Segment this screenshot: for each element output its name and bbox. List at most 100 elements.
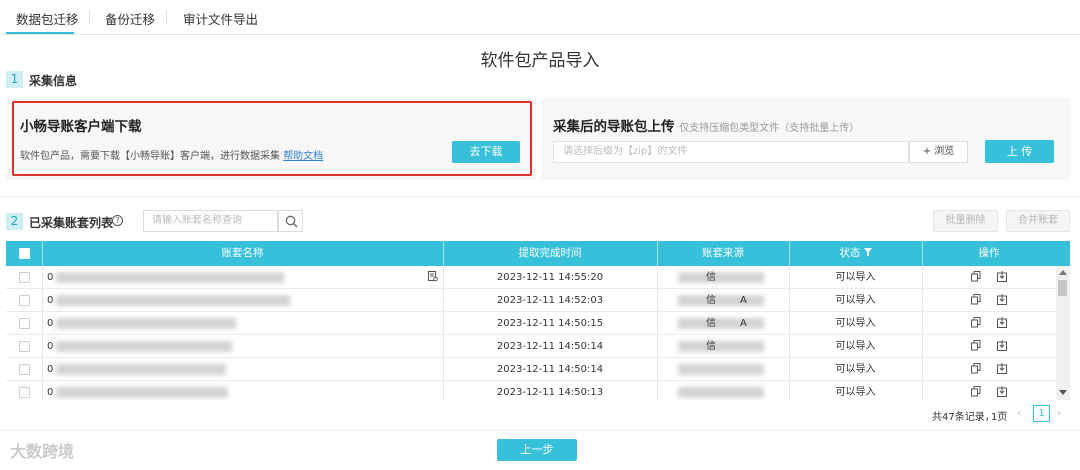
row-checkbox[interactable] <box>19 364 30 375</box>
column-divider <box>42 358 43 381</box>
tab-divider <box>166 10 167 24</box>
table-row[interactable]: 0 2023-12-11 14:50:13 可以导入 <box>6 381 1056 400</box>
column-divider <box>42 381 43 400</box>
table-row[interactable]: 0 2023-12-11 14:52:03 信 A 可以导入 <box>6 289 1056 312</box>
column-divider <box>657 381 658 400</box>
column-divider <box>657 358 658 381</box>
table-body: 0 2023-12-11 14:55:20 信可以导入 0 2023-12-11 14:… <box>6 266 1056 400</box>
copy-icon[interactable] <box>971 340 981 351</box>
account-name-prefix: 0 <box>47 272 54 283</box>
prev-page-arrow[interactable]: ‹ <box>1017 406 1021 419</box>
search-button[interactable] <box>278 210 303 232</box>
status-value: 可以导入 <box>835 364 876 375</box>
scroll-thumb[interactable] <box>1058 280 1067 296</box>
account-name-prefix: 0 <box>47 341 54 352</box>
column-divider <box>657 312 658 335</box>
copy-icon[interactable] <box>971 386 981 397</box>
row-checkbox[interactable] <box>19 295 30 306</box>
column-divider <box>42 312 43 335</box>
import-icon[interactable] <box>997 363 1007 374</box>
redacted-source <box>678 318 764 329</box>
upload-subtitle: 仅支持压缩包类型文件（支持批量上传） <box>679 123 860 134</box>
source-text: A <box>740 295 747 306</box>
scroll-down-arrow[interactable] <box>1059 390 1067 395</box>
select-all-checkbox[interactable] <box>19 248 30 259</box>
page-title: 软件包产品导入 <box>480 51 600 71</box>
column-header-status[interactable]: 状态 <box>789 241 922 266</box>
redacted-account-name <box>56 318 236 329</box>
extract-time: 2023-12-11 14:50:15 <box>496 318 604 329</box>
table-row[interactable]: 0 2023-12-11 14:50:14 信 可以导入 <box>6 335 1056 358</box>
extract-time: 2023-12-11 14:50:14 <box>496 364 604 375</box>
import-icon[interactable] <box>997 271 1007 282</box>
row-checkbox[interactable] <box>19 318 30 329</box>
previous-step-button[interactable]: 上一步 <box>497 439 577 461</box>
source-text: A <box>740 318 747 329</box>
column-divider <box>42 289 43 312</box>
table-scrollbar[interactable] <box>1056 266 1070 400</box>
row-checkbox[interactable] <box>19 341 30 352</box>
table-row[interactable]: 0 2023-12-11 14:50:14 可以导入 <box>6 358 1056 381</box>
search-input[interactable]: 请输入账套名称查询 <box>143 210 278 232</box>
column-divider <box>657 335 658 358</box>
step-label-collected-list: 已采集账套列表 <box>29 216 114 230</box>
next-page-arrow[interactable]: › <box>1057 406 1061 419</box>
column-divider <box>42 266 43 289</box>
tab-data-package-migration[interactable]: 数据包迁移 <box>16 9 79 28</box>
table-row[interactable]: 0 2023-12-11 14:50:15 信 A 可以导入 <box>6 312 1056 335</box>
upload-panel <box>541 98 1070 180</box>
status-value: 可以导入 <box>835 318 876 329</box>
import-icon[interactable] <box>997 340 1007 351</box>
tab-backup-migration[interactable]: 备份迁移 <box>105 9 155 28</box>
step-number-badge: 1 <box>6 71 23 88</box>
table-row[interactable]: 0 2023-12-11 14:55:20 信 可以导入 <box>6 266 1056 289</box>
help-doc-link[interactable]: 帮助文档 <box>283 151 323 162</box>
redacted-source <box>678 387 764 398</box>
column-divider <box>922 381 923 400</box>
extract-time: 2023-12-11 14:50:13 <box>496 387 604 398</box>
redacted-account-name <box>56 341 232 352</box>
status-header-label: 状态 <box>839 247 861 259</box>
watermark-logo: 大数跨境 <box>10 442 75 461</box>
table-header: 账套名称 提取完成时间 账套来源 状态 操作 <box>6 241 1070 266</box>
copy-icon[interactable] <box>971 317 981 328</box>
extract-time: 2023-12-11 14:52:03 <box>496 295 604 306</box>
source-text: 信 <box>706 341 716 352</box>
document-icon[interactable] <box>428 271 438 282</box>
copy-icon[interactable] <box>971 363 981 374</box>
browse-button[interactable]: + 浏览 <box>909 141 968 163</box>
go-download-button[interactable]: 去下载 <box>452 141 520 163</box>
batch-delete-button[interactable]: 批量删除 <box>933 210 998 232</box>
redacted-source <box>678 295 764 306</box>
merge-accounts-button[interactable]: 合并账套 <box>1006 210 1070 232</box>
status-value: 可以导入 <box>835 295 876 306</box>
scroll-up-arrow[interactable] <box>1059 270 1067 275</box>
column-divider <box>657 266 658 289</box>
step-label-collect-info: 采集信息 <box>29 74 78 88</box>
account-name-prefix: 0 <box>47 318 54 329</box>
column-header-name: 账套名称 <box>221 247 264 259</box>
import-icon[interactable] <box>997 294 1007 305</box>
tab-divider <box>89 10 90 24</box>
import-icon[interactable] <box>997 386 1007 397</box>
row-checkbox[interactable] <box>19 272 30 283</box>
current-page[interactable]: 1 <box>1033 405 1050 422</box>
account-name-prefix: 0 <box>47 364 54 375</box>
total-records: 共47条记录， <box>932 412 995 423</box>
tab-audit-export[interactable]: 审计文件导出 <box>183 9 258 28</box>
step-number-badge: 2 <box>6 213 23 230</box>
import-icon[interactable] <box>997 317 1007 328</box>
file-path-input[interactable]: 请选择后缀为【zip】的文件 <box>553 141 909 163</box>
download-title: 小畅导账客户端下载 <box>20 119 142 135</box>
redacted-account-name <box>56 364 226 375</box>
column-header-source: 账套来源 <box>702 247 744 259</box>
upload-title: 采集后的导账包上传 仅支持压缩包类型文件（支持批量上传） <box>553 115 859 135</box>
extract-time: 2023-12-11 14:55:20 <box>496 272 604 283</box>
account-name-prefix: 0 <box>47 387 54 398</box>
copy-icon[interactable] <box>971 271 981 282</box>
row-checkbox[interactable] <box>19 387 30 398</box>
filter-icon[interactable] <box>863 247 872 259</box>
copy-icon[interactable] <box>971 294 981 305</box>
question-icon[interactable]: ? <box>112 215 123 226</box>
upload-button[interactable]: 上 传 <box>985 140 1054 163</box>
